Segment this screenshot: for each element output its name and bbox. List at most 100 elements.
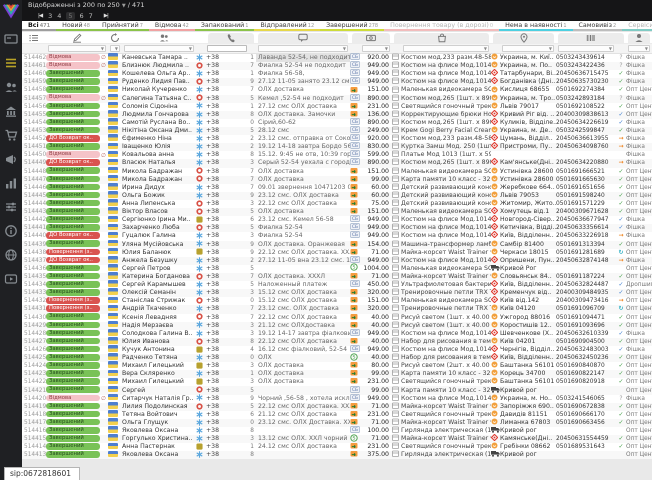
product-cell[interactable]: Костюм на флисе Мод.1014 (1ш... [401,257,491,265]
product-cell[interactable]: Костюм на флисе Мод.1014 (1ш... [401,346,491,354]
status-badge[interactable]: ДО Возврат ок.. [46,159,100,166]
status-cell[interactable]: Завершений [46,86,108,94]
address-cell[interactable]: Пристроми, Пу.. [500,143,556,151]
address-pin-icon[interactable] [493,33,554,43]
client-name-cell[interactable]: Самотій Руслана Во.. [122,119,196,127]
order-id-cell[interactable]: 514455 [22,111,46,119]
tab-Самовивіз[interactable]: Самовивіз2 [573,21,623,31]
last-page-button[interactable]: ▶| [104,11,108,21]
comment-cell[interactable]: Фиалка 52-54 [256,232,350,240]
product-cell[interactable]: Крем Gogi Berry Facial Cream *3... [401,127,491,135]
ttn-cell[interactable]: 20450635730230 [556,78,616,86]
client-name-cell[interactable]: Сергей Карамышев [122,281,196,289]
comment-cell[interactable]: ОЛХ доставка [256,362,350,370]
status-cell[interactable]: Завершений [46,208,108,216]
status-cell[interactable]: Завершений [46,419,108,427]
client-name-cell[interactable]: Кучук Антонина [122,346,196,354]
product-cell[interactable]: Светящийся гоночный трек Ма... [401,378,491,386]
marketing-megaphone-icon[interactable] [4,151,18,165]
client-name-cell[interactable]: Ирина Дидух [122,184,196,192]
status-cell[interactable]: Відмова∅ [46,151,108,159]
status-badge[interactable]: Завершений [46,103,100,110]
status-cell[interactable]: Завершений [46,111,108,119]
address-cell[interactable]: Львів 79017 [500,103,556,111]
product-cell[interactable]: Костюм на флисе Мод.1014 (1ш... [401,330,491,338]
comment-cell[interactable]: 27.12 смс ОЛХ доставка [256,103,350,111]
ttn-cell[interactable]: 0501691187224 [556,273,616,281]
client-name-cell[interactable]: Анжела Безушку [122,257,196,265]
status-cell[interactable]: ДО Возврат ок.. [46,232,108,240]
dashboard-icon[interactable] [4,31,18,45]
tab-Запакований[interactable]: Запакований1 [195,21,255,31]
product-cell[interactable]: Набор для рисования в темнот... [401,338,491,346]
address-cell[interactable]: Камянське(Дні.. [500,435,556,443]
order-id-cell[interactable]: 514449 [22,159,46,167]
phone-cell[interactable]: +38 [206,103,248,111]
ttn-cell[interactable]: 20450633356614 [556,224,616,232]
status-badge[interactable]: Завершений [46,240,100,247]
ttn-cell[interactable]: 0501690666170 [556,411,616,419]
order-id-cell[interactable]: 514456 [22,103,46,111]
address-cell[interactable]: Кислиця 68655 [500,86,556,94]
status-cell[interactable]: Завершений [46,330,108,338]
status-cell[interactable]: Завершений [46,289,108,297]
order-id-cell[interactable]: 514431 [22,305,46,313]
phone-cell[interactable]: +38 [206,435,248,443]
status-badge[interactable]: Відмова [46,54,100,61]
client-name-cell[interactable]: Горгулько Христина.. [122,435,196,443]
product-cell[interactable]: Светящийся гоночный трек Ма... [401,103,491,111]
order-id-cell[interactable]: 514423 [22,370,46,378]
client-name-cell[interactable]: Уляна Мусійовська [122,241,196,249]
phone-cell[interactable]: +38 [206,289,248,297]
phone-cell[interactable]: +38 [206,265,248,273]
product-cell[interactable]: Корректирующие брюки Hollyw... [401,111,491,119]
ttn-cell[interactable]: 0501691666521 [556,168,616,176]
comment-cell[interactable]: 21.12 смс ОЛХ доставка [256,411,350,419]
status-badge[interactable]: Завершений [46,403,100,410]
address-cell[interactable]: Ужгород 88016 [500,314,556,322]
status-badge[interactable]: Завершений [46,86,100,93]
address-cell[interactable]: Кетичівка, Відді.. [500,224,556,232]
status-badge[interactable]: Завершений [46,176,100,183]
address-cell[interactable]: Київ, Відділенн.. [500,281,556,289]
address-cell[interactable]: Новгород-Сівер.. [500,216,556,224]
status-badge[interactable]: Завершений [46,354,100,361]
tab-Завершений[interactable]: Завершений278 [320,21,384,31]
product-cell[interactable]: Карта памяти 10 класс - 32Гб *1... [401,387,491,395]
status-cell[interactable]: Завершений [46,362,108,370]
address-cell[interactable]: Львів 79053 [500,192,556,200]
product-cell[interactable]: Светящийся гоночный трек Ма... [401,443,491,451]
address-cell[interactable]: Кривой Рог [500,265,556,273]
phone-cell[interactable]: +38 [206,208,248,216]
product-cell[interactable]: Детский развивающий констру... [401,200,491,208]
address-cell[interactable]: Київ від.142 [500,297,556,305]
products-icon[interactable] [394,33,489,43]
manager-icon[interactable] [628,33,650,43]
order-id-cell[interactable]: 514413 [22,451,46,459]
phone-cell[interactable]: +38 [206,427,248,435]
ttn-cell[interactable]: 0501692274384 [556,86,616,94]
address-cell[interactable]: Украина, м. Де.. [500,127,556,135]
client-icon[interactable] [122,32,206,43]
address-cell[interactable]: Куликів, Відділе.. [500,119,556,127]
order-id-cell[interactable]: 514459 [22,78,46,86]
order-id-cell[interactable]: 514445 [22,192,46,200]
product-cell[interactable]: Карта памяти 10 класс - 32Гб *1... [401,370,491,378]
product-cell[interactable]: Гирлянда электрическая (100 л... [401,427,491,435]
status-badge[interactable]: Завершений [46,281,100,288]
comment-icon[interactable] [258,33,348,43]
ttn-cell[interactable]: 0501690820918 [556,378,616,386]
phone-cell[interactable]: +38 [206,346,248,354]
tab-Нема в наявності[interactable]: Нема в наявності1 [499,21,572,31]
phone-cell[interactable]: +38 [206,159,248,167]
address-cell[interactable]: Опришени, Пун.. [500,257,556,265]
ttn-cell[interactable]: 20450634220880 [556,159,616,167]
comment-cell[interactable]: 23.12 смс. ОЛХ доставка [256,192,350,200]
status-badge[interactable]: Завершений [46,200,100,207]
order-id-cell[interactable]: 514446 [22,184,46,192]
address-cell[interactable]: Богданівка (Дні.. [500,78,556,86]
status-filter-select[interactable]: ▼ [48,45,106,52]
product-cell[interactable]: Тренировочные петли TRX Train... [401,305,491,313]
order-id-cell[interactable]: 514441 [22,224,46,232]
order-id-cell[interactable]: 514438 [22,249,46,257]
